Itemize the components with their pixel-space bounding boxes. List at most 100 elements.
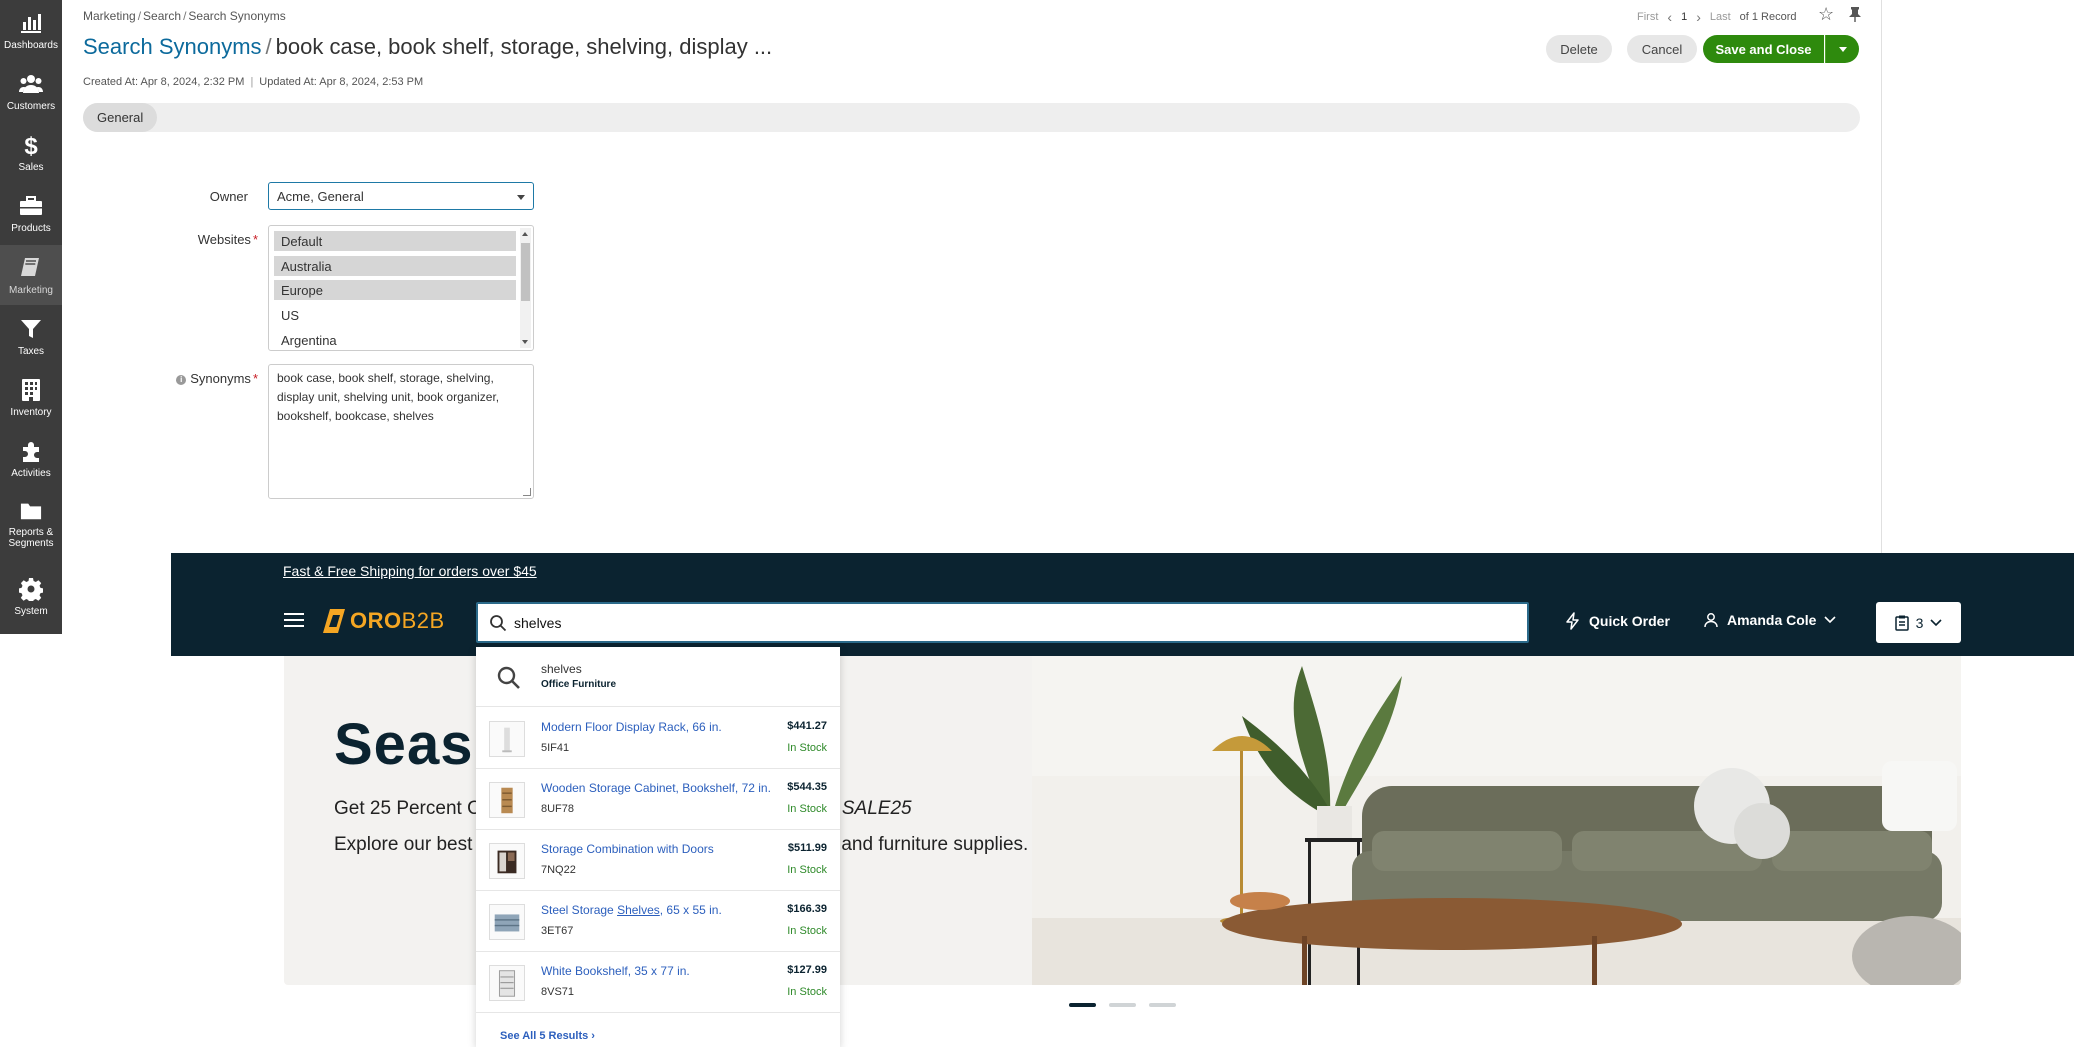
record-meta: Created At: Apr 8, 2024, 2:32 PM | Updated… [83, 76, 424, 88]
website-option-argentina[interactable]: Argentina [274, 330, 516, 350]
store-search-box[interactable] [476, 602, 1529, 643]
tab-general[interactable]: General [83, 103, 158, 132]
sidebar-item-label: Inventory [10, 407, 52, 418]
scrollbar-thumb[interactable] [521, 243, 530, 301]
search-suggestion[interactable]: shelves Office Furniture [476, 647, 840, 707]
living-room-image [1032, 656, 1961, 985]
sidebar-item-sales[interactable]: $ Sales [0, 122, 62, 182]
carousel-dot[interactable] [1069, 1003, 1096, 1007]
result-name: Wooden Storage Cabinet, Bookshelf, 72 in… [541, 781, 771, 795]
delete-button[interactable]: Delete [1546, 35, 1612, 63]
search-result-item[interactable]: White Bookshelf, 35 x 77 in. 8VS71 $127.… [476, 952, 840, 1013]
sidebar-item-reports-segments[interactable]: Reports & Segments [0, 489, 62, 549]
cart-button[interactable]: 3 [1876, 602, 1961, 643]
filter-icon [21, 320, 41, 338]
result-name: Storage Combination with Doors [541, 842, 714, 856]
sidebar-item-system[interactable]: System [0, 566, 62, 626]
search-result-item[interactable]: Modern Floor Display Rack, 66 in. 5IF41 … [476, 708, 840, 769]
user-menu[interactable]: Amanda Cole [1703, 612, 1837, 628]
result-stock: In Stock [787, 742, 827, 754]
svg-text:$: $ [24, 133, 38, 157]
website-option-europe[interactable]: Europe [274, 280, 516, 300]
caret-down-icon [517, 195, 525, 200]
pager-page: 1 [1681, 11, 1688, 23]
sidebar-item-label: Products [11, 223, 51, 234]
quick-order-link[interactable]: Quick Order [1565, 612, 1670, 630]
record-title: book case, book shelf, storage, shelving… [275, 34, 773, 59]
synonyms-value: book case, book shelf, storage, shelving… [277, 371, 500, 423]
breadcrumb-search-synonyms[interactable]: Search Synonyms [188, 9, 285, 23]
sidebar-item-inventory[interactable]: Inventory [0, 367, 62, 427]
breadcrumb-marketing[interactable]: Marketing [83, 9, 136, 23]
website-option-default[interactable]: Default [274, 231, 516, 251]
see-all-results-link[interactable]: See All 5 Results › [500, 1030, 595, 1042]
resize-handle[interactable] [523, 488, 531, 496]
section-tabs: General [83, 103, 1860, 132]
carousel-dots [1069, 1003, 1176, 1007]
save-options-toggle[interactable] [1825, 35, 1859, 63]
pager-first[interactable]: First [1637, 11, 1658, 23]
created-at: Created At: Apr 8, 2024, 2:32 PM [83, 76, 245, 88]
result-price: $511.99 [787, 842, 827, 854]
search-input[interactable] [514, 604, 1514, 641]
scroll-up-icon[interactable] [522, 232, 528, 236]
search-autocomplete: shelves Office Furniture Modern Floor Di… [476, 647, 840, 1047]
sidebar-item-label: Activities [11, 468, 51, 479]
pager-last[interactable]: Last [1710, 11, 1731, 23]
websites-scrollbar[interactable] [520, 228, 531, 348]
chevron-left-icon[interactable]: ‹ [1667, 9, 1672, 25]
search-result-item[interactable]: Steel Storage Shelves, 65 x 55 in. 3ET67… [476, 891, 840, 952]
bar-chart-icon [21, 14, 41, 33]
cancel-button[interactable]: Cancel [1627, 35, 1697, 63]
result-price: $127.99 [787, 964, 827, 976]
save-and-close-button[interactable]: Save and Close [1703, 35, 1824, 63]
folder-icon [20, 503, 42, 520]
sidebar-item-label-line2: Segments [8, 538, 54, 549]
website-option-us[interactable]: US [274, 305, 516, 325]
pin-icon[interactable] [1847, 6, 1863, 22]
star-icon[interactable]: ☆ [1818, 4, 1834, 25]
carousel-dot[interactable] [1149, 1003, 1176, 1007]
search-result-item[interactable]: Storage Combination with Doors 7NQ22 $51… [476, 830, 840, 891]
result-stock: In Stock [787, 864, 827, 876]
sidebar-item-taxes[interactable]: Taxes [0, 306, 62, 366]
breadcrumb: Marketing / Search / Search Synonyms [83, 9, 286, 23]
result-name: Steel Storage Shelves, 65 x 55 in. [541, 903, 722, 917]
logo-text: OROB2B [350, 608, 445, 633]
sidebar-item-customers[interactable]: Customers [0, 61, 62, 121]
briefcase-icon [20, 196, 42, 215]
cart-count: 3 [1915, 614, 1924, 631]
chevron-right-icon[interactable]: › [1696, 9, 1701, 25]
hamburger-menu-icon[interactable] [284, 613, 304, 629]
owner-select[interactable]: Acme, General [268, 182, 534, 210]
result-price: $166.39 [787, 903, 827, 915]
carousel-dot[interactable] [1109, 1003, 1136, 1007]
suggestion-category: Office Furniture [541, 679, 617, 690]
dollar-icon: $ [24, 133, 38, 157]
result-sku: 5IF41 [541, 742, 570, 754]
page-title: Search Synonyms / book case, book shelf, s… [83, 34, 773, 59]
scroll-down-icon[interactable] [522, 340, 528, 344]
websites-multiselect[interactable]: Default Australia Europe US Argentina [268, 225, 534, 351]
search-icon [497, 666, 520, 689]
websites-label: Websites * [197, 232, 258, 247]
info-icon[interactable]: i [176, 375, 187, 385]
content-divider [1881, 0, 1882, 553]
search-term-highlight: Shelves [617, 903, 660, 917]
search-result-item[interactable]: Wooden Storage Cabinet, Bookshelf, 72 in… [476, 769, 840, 830]
updated-at: Updated At: Apr 8, 2024, 2:53 PM [259, 76, 424, 88]
building-icon [22, 379, 40, 401]
result-sku: 8VS71 [541, 986, 575, 998]
sidebar-item-marketing[interactable]: Marketing [0, 245, 62, 305]
website-option-australia[interactable]: Australia [274, 256, 516, 276]
synonyms-textarea[interactable]: book case, book shelf, storage, shelving… [268, 364, 534, 499]
store-logo[interactable]: OROB2B [321, 607, 445, 635]
sidebar-item-dashboards[interactable]: Dashboards [0, 0, 62, 60]
promo-link[interactable]: Fast & Free Shipping for orders over $45 [283, 563, 537, 579]
sidebar-item-products[interactable]: Products [0, 183, 62, 243]
sidebar-item-label: Sales [18, 162, 44, 173]
lightning-icon [1566, 612, 1579, 630]
breadcrumb-search[interactable]: Search [143, 9, 181, 23]
sidebar-item-activities[interactable]: Activities [0, 428, 62, 488]
entity-link[interactable]: Search Synonyms [83, 34, 262, 59]
